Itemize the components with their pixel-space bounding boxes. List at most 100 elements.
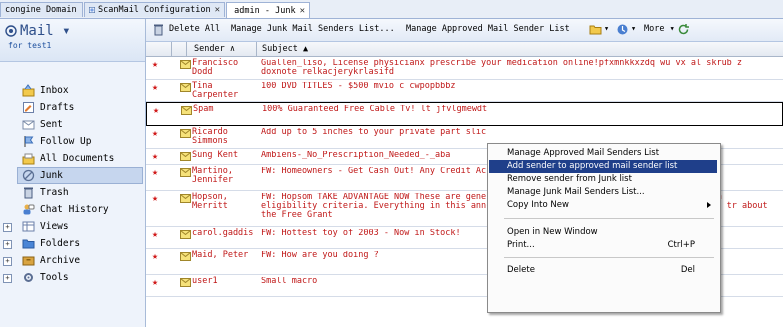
envelope-icon [180,168,191,177]
envelope-icon [180,194,191,203]
nav-item-views[interactable]: + Views [0,218,145,235]
menu-item-label: Add sender to approved mail sender list [507,161,678,171]
menu-item-manage-junk-senders[interactable]: Manage Junk Mail Senders List... [489,186,717,199]
message-sender: Francisco Dodd [192,58,239,77]
message-sender: carol.gaddis [192,228,254,238]
menu-item-shortcut: Del [680,265,695,275]
close-icon[interactable]: ✕ [215,5,220,15]
context-menu: Manage Approved Mail Senders List Add se… [487,143,721,313]
message-row[interactable]: ★ Spam 100% Guaranteed Free Cable Tv! lt… [146,102,783,126]
envelope-icon [180,60,191,69]
mail-title[interactable]: Mail ▾ [20,23,71,39]
nav-item-trash[interactable]: Trash [0,184,145,201]
expand-icon[interactable]: + [3,274,12,283]
toolbar: Delete All Manage Junk Mail Senders List… [146,19,783,42]
folder-icon[interactable] [589,23,602,36]
all-documents-icon [22,153,35,165]
expand-icon[interactable]: + [3,223,12,232]
message-sender: Sung Kent [192,150,239,160]
menu-item-print[interactable]: Print... Ctrl+P [489,239,717,252]
unread-star-icon: ★ [152,151,159,162]
column-header-sender[interactable]: Sender ∧ [194,44,235,54]
message-sender: Ricardo Simmons [192,127,228,146]
message-row[interactable]: ★ Francisco Dodd Guallen_liso, License p… [146,57,783,80]
unread-star-icon: ★ [152,193,159,204]
trash-icon[interactable] [152,23,165,36]
follow-up-icon [24,136,34,147]
nav-item-label: Sent [40,119,63,130]
nav-item-drafts[interactable]: Drafts [0,99,145,116]
nav-item-label: Tools [40,272,69,283]
nav-item-label: Chat History [40,204,109,215]
envelope-icon [180,129,191,138]
menu-item-delete[interactable]: Delete Del [489,264,717,277]
nav-item-junk[interactable]: Junk [0,167,145,184]
nav-item-label: Junk [40,170,63,181]
message-subject: Add up to 5 inches to your private part … [261,128,487,137]
column-header-subject[interactable]: Subject ▲ [262,44,308,54]
column-divider [256,42,257,56]
unread-star-icon: ★ [152,229,159,240]
nav-item-all-documents[interactable]: All Documents [0,150,145,167]
nav-item-archive[interactable]: + Archive [0,252,145,269]
message-sender: user1 [192,276,218,286]
close-icon[interactable]: ✕ [300,6,305,16]
manage-approved-senders-button[interactable]: Manage Approved Mail Sender List [406,24,570,34]
folders-icon [22,239,35,249]
menu-item-copy-into-new[interactable]: Copy Into New [489,199,717,212]
archive-icon [22,256,35,266]
nav-item-label: Follow Up [40,136,92,147]
trash-icon [24,187,33,199]
expand-icon[interactable]: + [3,240,12,249]
nav-item-chat-history[interactable]: Chat History [0,201,145,218]
message-sender: Martino, Jennifer [192,166,233,185]
nav-item-folders[interactable]: + Folders [0,235,145,252]
message-sender: Tina Carpenter [192,81,239,100]
nav-item-label: Archive [40,255,81,266]
nav-item-label: Inbox [40,85,69,96]
nav-item-label: Trash [40,187,69,198]
menu-item-remove-sender-from-junk[interactable]: Remove sender from Junk list [489,173,717,186]
more-button[interactable]: More ▾ [644,24,675,34]
tab-label: admin - Junk [234,5,296,16]
tab-label: ScanMail Configuration [97,5,211,15]
sort-icon: ▲ [302,44,309,54]
menu-item-add-sender-to-approved[interactable]: Add sender to approved mail sender list [489,160,717,173]
envelope-icon [180,278,191,287]
message-sender: Maid, Peter [192,250,249,260]
views-icon [22,221,35,232]
nav-item-sent[interactable]: Sent [0,116,145,133]
delete-all-button[interactable]: Delete All [169,24,220,34]
message-subject: 100% Guaranteed Free Cable Tv! lt jfvlgm… [262,105,488,114]
drafts-icon [23,102,34,113]
chevron-down-icon: ▾ [669,24,675,34]
column-header-label: Sender [194,44,225,54]
tab-admin-junk[interactable]: admin - Junk ✕ [226,2,310,18]
refresh-icon[interactable] [677,23,690,36]
menu-item-label: Copy Into New [507,200,569,210]
envelope-icon [180,230,191,239]
manage-junk-senders-button[interactable]: Manage Junk Mail Senders List... [231,24,395,34]
chevron-down-icon[interactable]: ▾ [631,24,636,34]
chevron-down-icon[interactable]: ▾ [604,24,609,34]
envelope-icon [180,83,191,92]
tab-scanmail-configuration[interactable]: ScanMail Configuration ✕ [84,2,225,17]
selection-highlight [17,167,143,184]
tools-icon [24,273,33,282]
inbox-icon [22,84,35,97]
tab-strip: congine Domain ScanMail Configuration ✕ … [0,0,783,19]
menu-item-label: Remove sender from Junk list [507,174,632,184]
expand-icon[interactable]: + [3,257,12,266]
tab-congine-domain[interactable]: congine Domain [0,2,83,17]
menu-item-manage-approved-senders[interactable]: Manage Approved Mail Senders List [489,147,717,160]
nav-item-label: All Documents [40,153,115,164]
unread-star-icon: ★ [152,277,159,288]
menu-item-open-in-new-window[interactable]: Open in New Window [489,226,717,239]
nav-item-follow-up[interactable]: Follow Up [0,133,145,150]
message-row[interactable]: ★ Tina Carpenter 100 DVD TITLES - $500 m… [146,80,783,102]
nav-item-inbox[interactable]: Inbox [0,82,145,99]
nav-item-tools[interactable]: + Tools [0,269,145,286]
menu-item-shortcut: Ctrl+P [667,240,695,250]
unread-star-icon: ★ [152,128,159,139]
follow-up-flag-icon[interactable] [616,23,629,36]
